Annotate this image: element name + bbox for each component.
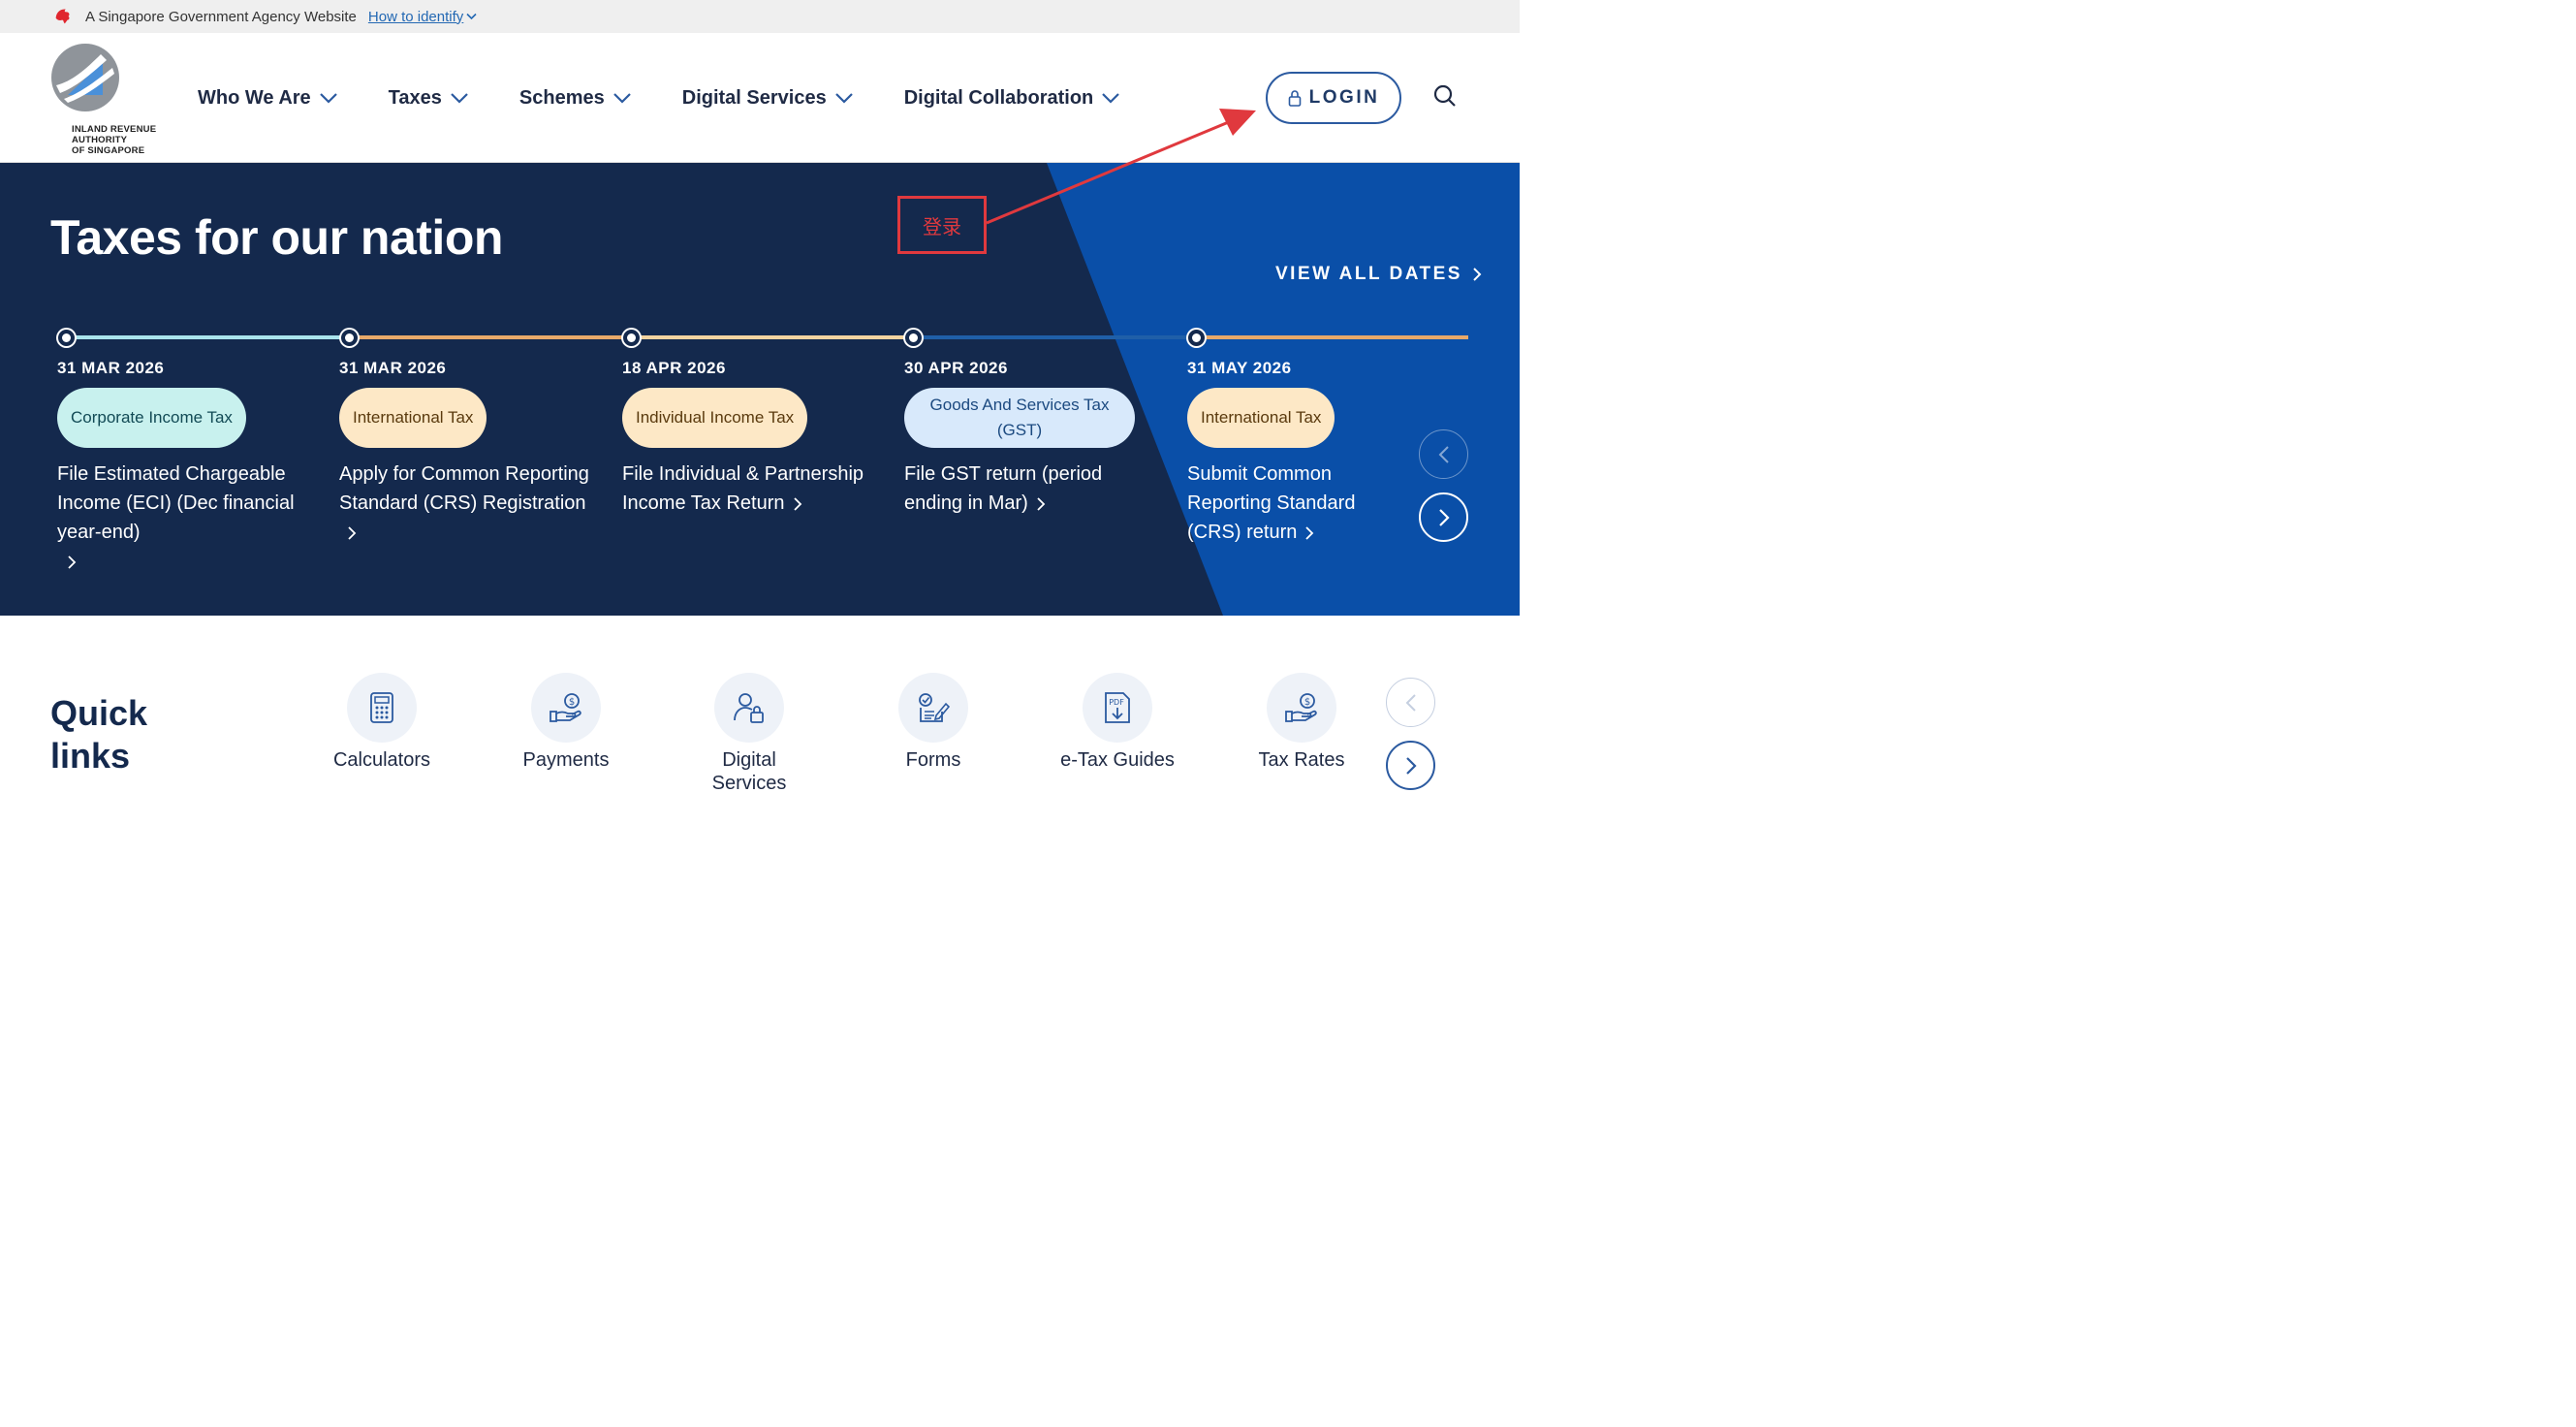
- event-category-badge: International Tax: [1187, 388, 1335, 448]
- quick-links-next-button[interactable]: [1386, 741, 1435, 790]
- login-annotation-label: 登录: [923, 214, 961, 238]
- chevron-right-icon: [1305, 526, 1314, 540]
- svg-text:$: $: [1304, 697, 1310, 708]
- view-all-dates-link[interactable]: VIEW ALL DATES: [1275, 264, 1482, 285]
- user-lock-icon: [734, 693, 764, 723]
- event-link[interactable]: Submit Common Reporting Standard (CRS) r…: [1187, 460, 1400, 547]
- timeline-dot: [905, 330, 922, 346]
- timeline-dot: [58, 330, 75, 346]
- login-label: LOGIN: [1308, 87, 1380, 108]
- nav-taxes[interactable]: Taxes: [389, 87, 469, 110]
- quick-links-title: Quick links: [50, 693, 148, 776]
- event-category-badge: International Tax: [339, 388, 487, 448]
- timeline-segment: [631, 335, 913, 339]
- timeline-segment: [913, 335, 1196, 339]
- login-button[interactable]: LOGIN: [1266, 72, 1401, 124]
- carousel-prev-button[interactable]: [1419, 429, 1468, 479]
- tax-dates-hero: Taxes for our nation 登录 VIEW ALL DATES 3…: [0, 163, 1520, 616]
- quick-link-payments[interactable]: $ Payments: [474, 673, 658, 772]
- pdf-download-icon: PDF: [1105, 692, 1130, 723]
- event-link[interactable]: File Estimated Chargeable Income (ECI) (…: [57, 460, 309, 576]
- nav-schemes[interactable]: Schemes: [519, 87, 632, 110]
- iras-logo-icon: [51, 44, 119, 111]
- event-category-badge: Corporate Income Tax: [57, 388, 246, 448]
- gov-masthead: A Singapore Government Agency Website Ho…: [0, 0, 1520, 33]
- quick-link-forms[interactable]: Forms: [841, 673, 1025, 772]
- gov-masthead-text: A Singapore Government Agency Website: [85, 8, 357, 25]
- timeline-segment: [1196, 335, 1468, 339]
- tax-date-event: 18 APR 2026 Individual Income Tax File I…: [622, 359, 874, 518]
- svg-text:$: $: [569, 697, 575, 708]
- nav-digital-collaboration[interactable]: Digital Collaboration: [904, 87, 1121, 110]
- quick-links-prev-button[interactable]: [1386, 678, 1435, 727]
- calculator-icon: [370, 692, 393, 723]
- quick-link-e-tax-guides[interactable]: PDF e-Tax Guides: [1025, 673, 1209, 772]
- tax-rates-icon: $: [1285, 693, 1317, 722]
- event-link[interactable]: Apply for Common Reporting Standard (CRS…: [339, 460, 591, 547]
- chevron-down-icon: [451, 93, 468, 104]
- chevron-down-icon: [466, 13, 477, 20]
- chevron-right-icon: [1438, 508, 1450, 526]
- payment-hand-icon: $: [550, 693, 581, 722]
- tax-date-event: 31 MAR 2026 Corporate Income Tax File Es…: [57, 359, 309, 576]
- nav-digital-services[interactable]: Digital Services: [682, 87, 854, 110]
- tax-date-event: 30 APR 2026 Goods And Services Tax (GST)…: [904, 359, 1156, 518]
- form-icon: [919, 693, 950, 722]
- carousel-next-button[interactable]: [1419, 492, 1468, 542]
- chevron-right-icon: [793, 497, 801, 511]
- chevron-right-icon: [1405, 756, 1417, 775]
- svg-text:PDF: PDF: [1109, 698, 1124, 707]
- timeline-dot: [623, 330, 640, 346]
- timeline-segment: [66, 335, 349, 339]
- chevron-right-icon: [68, 555, 77, 569]
- chevron-right-icon: [1473, 268, 1482, 281]
- lion-head-icon: [55, 9, 70, 24]
- chevron-down-icon: [319, 93, 337, 104]
- search-button[interactable]: [1432, 83, 1458, 109]
- event-link[interactable]: File Individual & Partnership Income Tax…: [622, 460, 874, 518]
- chevron-left-icon: [1438, 445, 1449, 463]
- how-to-identify-link[interactable]: How to identify: [368, 9, 477, 25]
- event-category-badge: Goods And Services Tax (GST): [904, 388, 1135, 448]
- quick-link-calculators[interactable]: Calculators: [290, 673, 474, 772]
- event-link[interactable]: File GST return (period ending in Mar): [904, 460, 1156, 518]
- search-icon: [1433, 84, 1456, 107]
- quick-link-tax-rates[interactable]: $ Tax Rates: [1209, 673, 1394, 772]
- lock-icon: [1288, 90, 1301, 107]
- event-category-badge: Individual Income Tax: [622, 388, 808, 448]
- event-date: 18 APR 2026: [622, 359, 726, 377]
- event-date: 31 MAR 2026: [339, 359, 447, 377]
- chevron-right-icon: [1037, 497, 1046, 511]
- iras-logo[interactable]: INLAND REVENUE AUTHORITY OF SINGAPORE: [50, 43, 157, 157]
- timeline-dot: [341, 330, 358, 346]
- quick-link-digital-services[interactable]: Digital Services: [657, 673, 841, 795]
- nav-who-we-are[interactable]: Who We Are: [198, 87, 338, 110]
- timeline-segment: [349, 335, 631, 339]
- chevron-down-icon: [613, 93, 631, 104]
- chevron-down-icon: [834, 93, 853, 104]
- chevron-left-icon: [1405, 693, 1416, 712]
- tax-date-event: 31 MAR 2026 International Tax Apply for …: [339, 359, 591, 547]
- event-date: 31 MAR 2026: [57, 359, 165, 377]
- chevron-right-icon: [348, 526, 357, 540]
- tax-date-event: 31 MAY 2026 International Tax Submit Com…: [1187, 359, 1400, 547]
- chevron-down-icon: [1102, 93, 1120, 104]
- hero-title: Taxes for our nation: [50, 210, 503, 265]
- site-header: INLAND REVENUE AUTHORITY OF SINGAPORE Wh…: [0, 33, 1520, 163]
- how-to-identify-label: How to identify: [367, 8, 464, 25]
- main-nav: Who We Are Taxes Schemes Digital Service…: [198, 33, 1171, 163]
- timeline-dot: [1188, 330, 1205, 346]
- logo-text: INLAND REVENUE AUTHORITY OF SINGAPORE: [72, 124, 157, 156]
- event-date: 30 APR 2026: [904, 359, 1008, 377]
- login-annotation-box: 登录: [897, 196, 987, 254]
- event-date: 31 MAY 2026: [1187, 359, 1292, 377]
